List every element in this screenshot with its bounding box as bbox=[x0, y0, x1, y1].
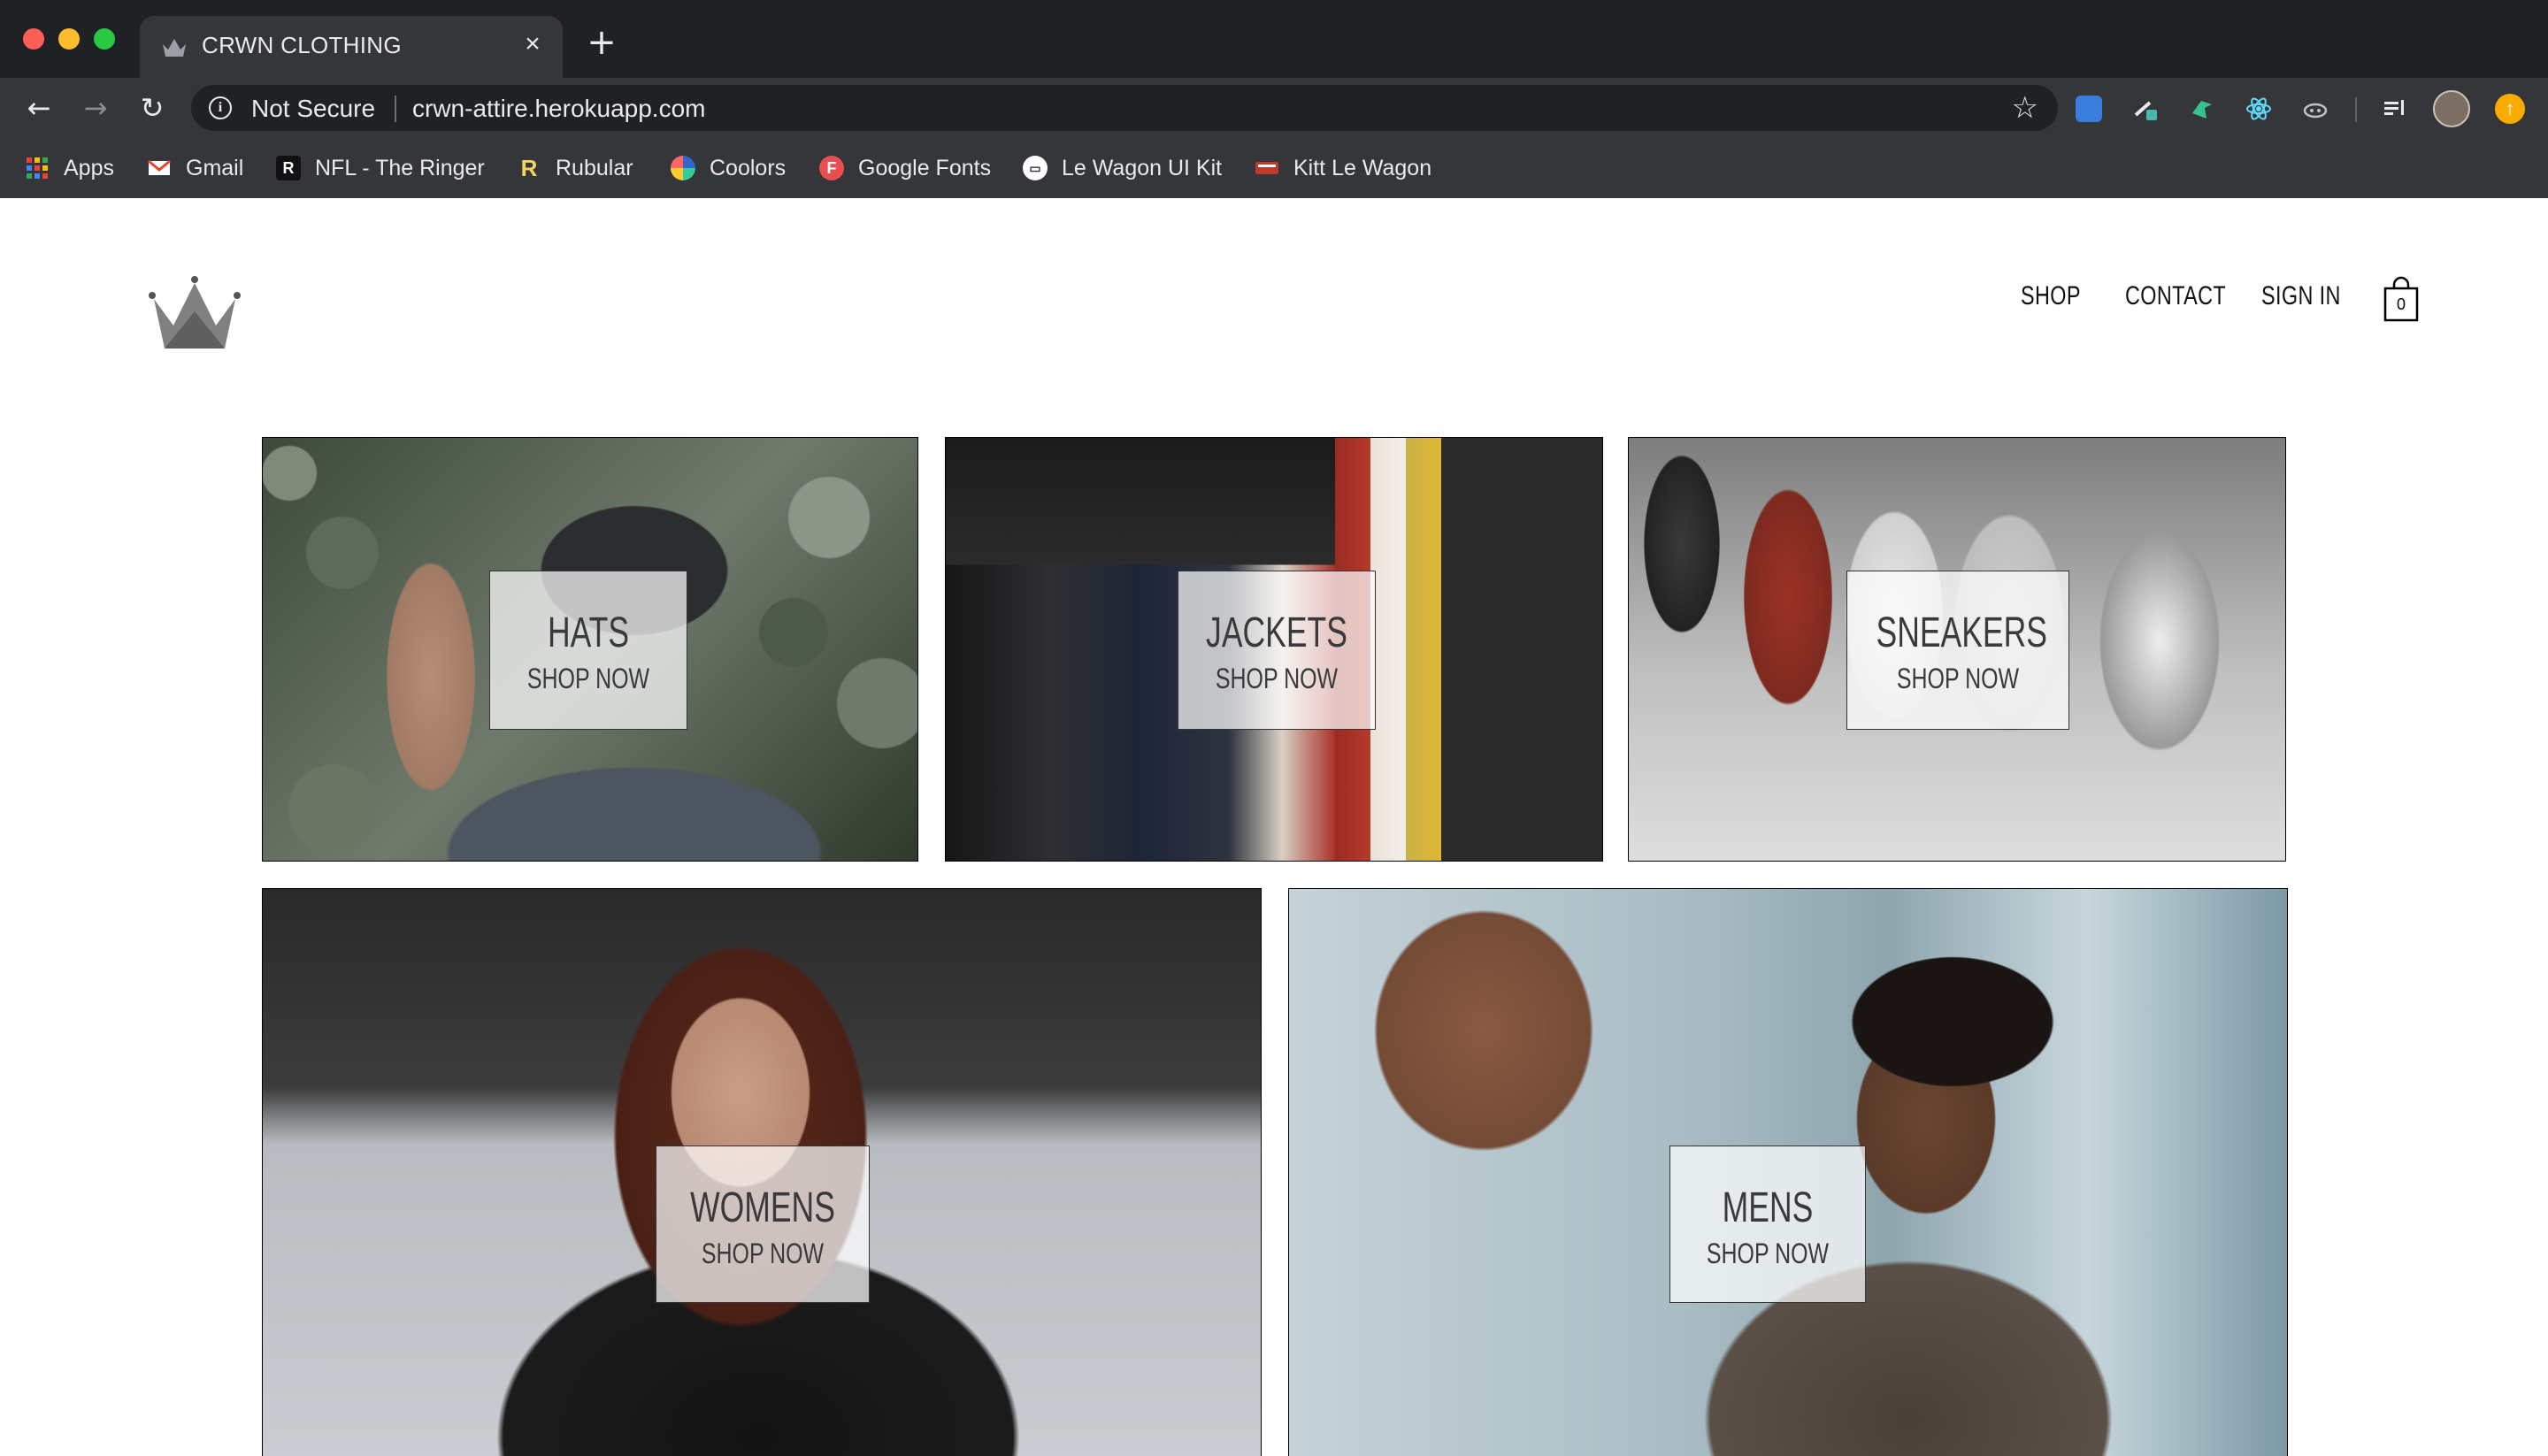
category-tile-hats[interactable]: HATS SHOP NOW bbox=[262, 437, 918, 862]
bookmark-rubular[interactable]: R Rubular bbox=[517, 150, 633, 186]
bookmark-label: Google Fonts bbox=[858, 155, 992, 180]
coolors-icon bbox=[671, 156, 695, 180]
react-devtools-icon[interactable] bbox=[2245, 96, 2272, 122]
shop-now-label: SHOP NOW bbox=[1896, 663, 2020, 694]
category-tile-sneakers[interactable]: SNEAKERS SHOP NOW bbox=[1628, 437, 2286, 862]
google-fonts-icon: F bbox=[819, 156, 844, 180]
update-icon[interactable]: ↑ bbox=[2495, 94, 2525, 124]
toolbar-divider bbox=[2355, 97, 2357, 122]
omnibox-divider bbox=[395, 96, 396, 122]
back-arrow-icon[interactable]: ← bbox=[19, 88, 58, 127]
info-icon[interactable]: i bbox=[209, 96, 232, 119]
maximize-window-button[interactable] bbox=[94, 28, 115, 50]
bookmark-coolors[interactable]: Coolors bbox=[671, 150, 786, 186]
shop-now-label: SHOP NOW bbox=[526, 663, 650, 694]
bookmark-label: NFL - The Ringer bbox=[315, 155, 485, 180]
shop-now-label: SHOP NOW bbox=[701, 1238, 825, 1269]
category-label-box[interactable]: HATS SHOP NOW bbox=[489, 571, 687, 730]
cart-count: 0 bbox=[2396, 295, 2406, 313]
address-bar[interactable]: i Not Secure crwn-attire.herokuapp.com ☆ bbox=[191, 85, 2058, 131]
category-title: JACKETS bbox=[1206, 609, 1347, 656]
category-title: MENS bbox=[1722, 1184, 1814, 1231]
shop-now-label: SHOP NOW bbox=[1706, 1238, 1830, 1269]
category-label-box[interactable]: WOMENS SHOP NOW bbox=[656, 1146, 870, 1303]
category-title: WOMENS bbox=[690, 1184, 835, 1231]
bookmark-label: Apps bbox=[64, 155, 114, 180]
tab-title: CRWN CLOTHING bbox=[202, 32, 402, 58]
bookmark-le-wagon-ui-kit[interactable]: ▭ Le Wagon UI Kit bbox=[1023, 150, 1222, 186]
new-tab-button[interactable]: + bbox=[584, 25, 619, 60]
bookmark-label: Coolors bbox=[710, 155, 787, 180]
bookmark-nfl-ringer[interactable]: R NFL - The Ringer bbox=[276, 150, 485, 186]
category-title: HATS bbox=[547, 609, 630, 656]
shop-now-label: SHOP NOW bbox=[1215, 663, 1339, 694]
url-text[interactable]: crwn-attire.herokuapp.com bbox=[412, 95, 705, 123]
category-title: SNEAKERS bbox=[1876, 609, 2047, 656]
security-label: Not Secure bbox=[251, 95, 376, 122]
bookmark-google-fonts[interactable]: F Google Fonts bbox=[819, 150, 991, 186]
nav-sign-in-link[interactable]: SIGN IN bbox=[2261, 281, 2341, 311]
bookmark-gmail[interactable]: Gmail bbox=[147, 150, 243, 186]
category-label-box[interactable]: MENS SHOP NOW bbox=[1669, 1146, 1866, 1303]
cart-button[interactable]: 0 bbox=[2382, 276, 2421, 322]
bookmarks-bar: Apps Gmail R NFL - The Ringer R Rubular … bbox=[0, 138, 2548, 199]
crown-favicon-icon bbox=[163, 39, 186, 57]
bookmark-star-icon[interactable]: ☆ bbox=[2012, 90, 2038, 126]
bookmark-label: Gmail bbox=[186, 155, 244, 180]
minimize-window-button[interactable] bbox=[58, 28, 80, 50]
page-content: SHOP CONTACT SIGN IN 0 HATS SHOP NOW JAC… bbox=[0, 198, 2548, 1456]
bird-extension-icon[interactable] bbox=[2189, 96, 2215, 122]
bookmark-kitt-le-wagon[interactable]: Kitt Le Wagon bbox=[1255, 150, 1431, 186]
download-extension-icon[interactable] bbox=[2076, 96, 2102, 122]
kitt-icon bbox=[1255, 156, 1279, 180]
tab-close-icon[interactable]: × bbox=[517, 28, 549, 60]
forward-arrow-icon[interactable]: → bbox=[76, 88, 115, 127]
category-label-box[interactable]: SNEAKERS SHOP NOW bbox=[1846, 571, 2069, 730]
gmail-icon bbox=[148, 159, 171, 175]
browser-titlebar: CRWN CLOTHING × + bbox=[0, 0, 2548, 78]
bookmark-apps[interactable]: Apps bbox=[25, 150, 114, 186]
bookmark-label: Rubular bbox=[556, 155, 633, 180]
profile-avatar[interactable] bbox=[2433, 90, 2470, 127]
rubular-icon: R bbox=[520, 154, 538, 181]
bookmark-label: Kitt Le Wagon bbox=[1293, 155, 1432, 180]
category-tile-jackets[interactable]: JACKETS SHOP NOW bbox=[945, 437, 1603, 862]
media-queue-icon[interactable] bbox=[2382, 96, 2408, 122]
browser-tab[interactable]: CRWN CLOTHING × bbox=[140, 16, 563, 78]
category-label-box[interactable]: JACKETS SHOP NOW bbox=[1178, 571, 1376, 730]
ringer-icon: R bbox=[276, 156, 301, 180]
category-tile-womens[interactable]: WOMENS SHOP NOW bbox=[262, 888, 1262, 1456]
nav-contact-link[interactable]: CONTACT bbox=[2125, 281, 2226, 311]
close-window-button[interactable] bbox=[23, 28, 44, 50]
apps-grid-icon bbox=[27, 157, 48, 179]
bookmark-label: Le Wagon UI Kit bbox=[1062, 155, 1223, 180]
browser-toolbar: ← → ↻ i Not Secure crwn-attire.herokuapp… bbox=[0, 78, 2548, 138]
le-wagon-icon: ▭ bbox=[1023, 156, 1048, 180]
nav-shop-link[interactable]: SHOP bbox=[2021, 281, 2081, 311]
category-tile-mens[interactable]: MENS SHOP NOW bbox=[1288, 888, 2288, 1456]
crown-logo-icon[interactable] bbox=[147, 276, 242, 350]
cloud-extension-icon[interactable] bbox=[2302, 96, 2329, 122]
eyedropper-extension-icon[interactable] bbox=[2132, 96, 2159, 122]
reload-icon[interactable]: ↻ bbox=[133, 88, 172, 127]
